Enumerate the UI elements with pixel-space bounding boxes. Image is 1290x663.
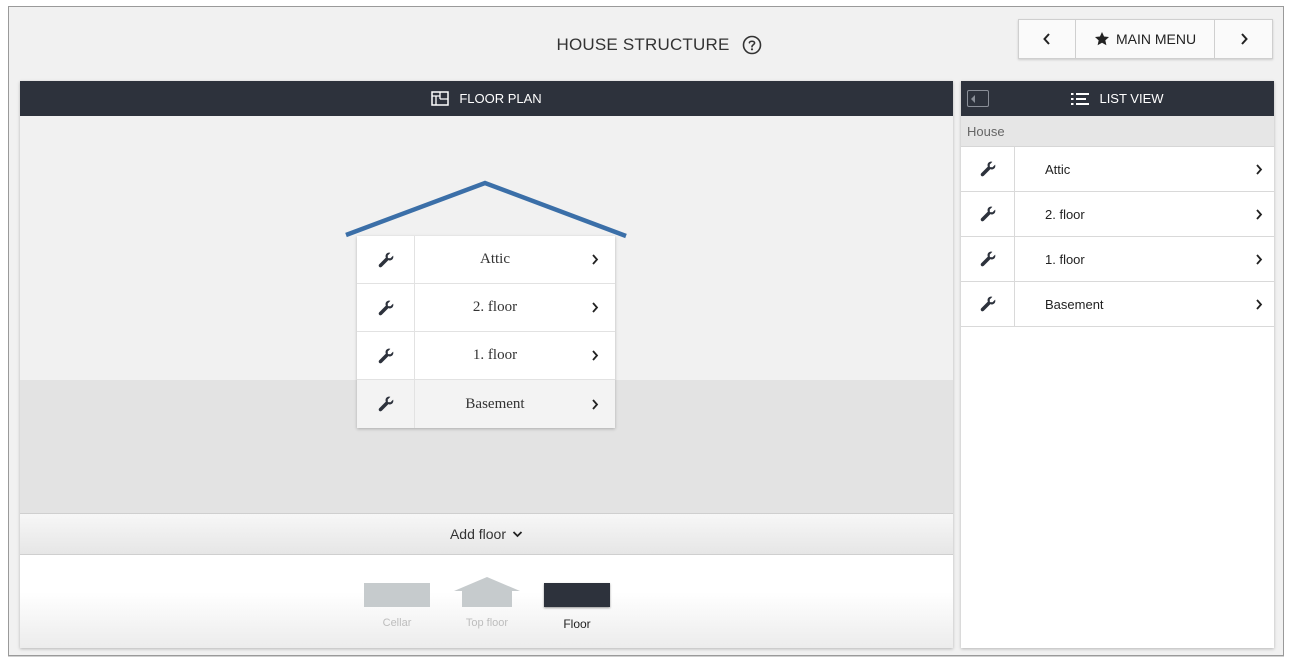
collapse-panel-button[interactable] <box>967 90 989 107</box>
chevron-down-icon <box>512 531 523 538</box>
floor-type-picker: Cellar Top floor Floor <box>20 555 953 648</box>
floor-type-label: Cellar <box>382 617 412 629</box>
floor-label: 2. floor <box>472 299 518 315</box>
floor-row-2-floor[interactable]: 2. floor <box>357 284 615 332</box>
list-item-2-floor[interactable]: 2. floor <box>961 192 1274 237</box>
floor-label: Basement <box>465 395 525 412</box>
floor-label: 1. floor <box>472 347 518 363</box>
floor-swatch <box>544 583 610 607</box>
floor-label: Attic <box>480 251 510 267</box>
list-item-label: 2. floor <box>1045 206 1085 222</box>
floor-row-1-floor[interactable]: 1. floor <box>357 332 615 380</box>
floor-plan-panel: FLOOR PLAN Attic 2. floor 1. floor Basem… <box>20 81 953 648</box>
chevron-right-icon <box>575 350 615 361</box>
divider <box>8 656 1284 657</box>
wrench-icon[interactable] <box>357 380 415 428</box>
list-item-basement[interactable]: Basement <box>961 282 1274 327</box>
list-item-attic[interactable]: Attic <box>961 147 1274 192</box>
top-floor-swatch <box>454 577 520 607</box>
previous-button[interactable] <box>1019 20 1076 58</box>
section-label: House <box>961 116 1274 147</box>
add-floor-label: Add floor <box>449 526 507 542</box>
floor-plan-title: FLOOR PLAN <box>459 91 542 106</box>
chevron-right-icon <box>575 302 615 313</box>
app-window: HOUSE STRUCTURE MAIN MENU FLOOR PLAN Att… <box>8 6 1284 656</box>
chevron-right-icon <box>575 398 615 410</box>
chevron-right-icon <box>1244 163 1274 175</box>
chevron-right-icon <box>1240 33 1248 45</box>
chevron-left-icon <box>1043 33 1050 45</box>
main-menu-label: MAIN MENU <box>1115 31 1197 47</box>
list-item-label: Basement <box>1045 296 1104 312</box>
wrench-icon[interactable] <box>357 284 415 331</box>
add-floor-button[interactable]: Add floor <box>20 513 953 555</box>
floor-type-floor[interactable]: Floor <box>544 583 610 631</box>
roof-outline <box>345 180 627 239</box>
floor-plan-icon <box>431 91 450 106</box>
star-icon <box>1094 32 1109 46</box>
list-view-header: LIST VIEW <box>961 81 1274 116</box>
floor-stack: Attic 2. floor 1. floor Basement <box>357 236 615 428</box>
wrench-icon[interactable] <box>961 237 1015 281</box>
list-view-title: LIST VIEW <box>1099 91 1164 106</box>
floor-plan-header: FLOOR PLAN <box>20 81 953 116</box>
floor-type-label: Top floor <box>465 617 509 629</box>
list-item-label: 1. floor <box>1045 251 1085 267</box>
list-icon <box>1071 92 1090 105</box>
wrench-icon[interactable] <box>961 147 1015 191</box>
chevron-right-icon <box>575 254 615 265</box>
next-button[interactable] <box>1215 20 1272 58</box>
top-navigation: MAIN MENU <box>1018 19 1273 59</box>
page-title: HOUSE STRUCTURE <box>556 34 730 54</box>
floor-row-basement[interactable]: Basement <box>357 380 615 428</box>
cellar-swatch <box>364 583 430 607</box>
wrench-icon[interactable] <box>357 236 415 283</box>
list-item-1-floor[interactable]: 1. floor <box>961 237 1274 282</box>
floor-type-top-floor[interactable]: Top floor <box>454 577 520 629</box>
help-icon[interactable] <box>742 35 762 55</box>
wrench-icon[interactable] <box>357 332 415 379</box>
wrench-icon[interactable] <box>961 192 1015 236</box>
floor-plan-canvas: Attic 2. floor 1. floor Basement <box>20 116 953 513</box>
floor-row-attic[interactable]: Attic <box>357 236 615 284</box>
floor-type-label: Floor <box>563 617 591 631</box>
list-view-panel: LIST VIEW House Attic 2. floor 1. floor … <box>961 81 1274 648</box>
wrench-icon[interactable] <box>961 282 1015 326</box>
list-item-label: Attic <box>1045 161 1071 177</box>
chevron-right-icon <box>1244 298 1274 310</box>
chevron-right-icon <box>1244 208 1274 220</box>
caret-left-icon <box>971 94 975 103</box>
chevron-right-icon <box>1244 253 1274 265</box>
main-menu-button[interactable]: MAIN MENU <box>1076 20 1215 58</box>
floor-type-cellar[interactable]: Cellar <box>364 583 430 629</box>
